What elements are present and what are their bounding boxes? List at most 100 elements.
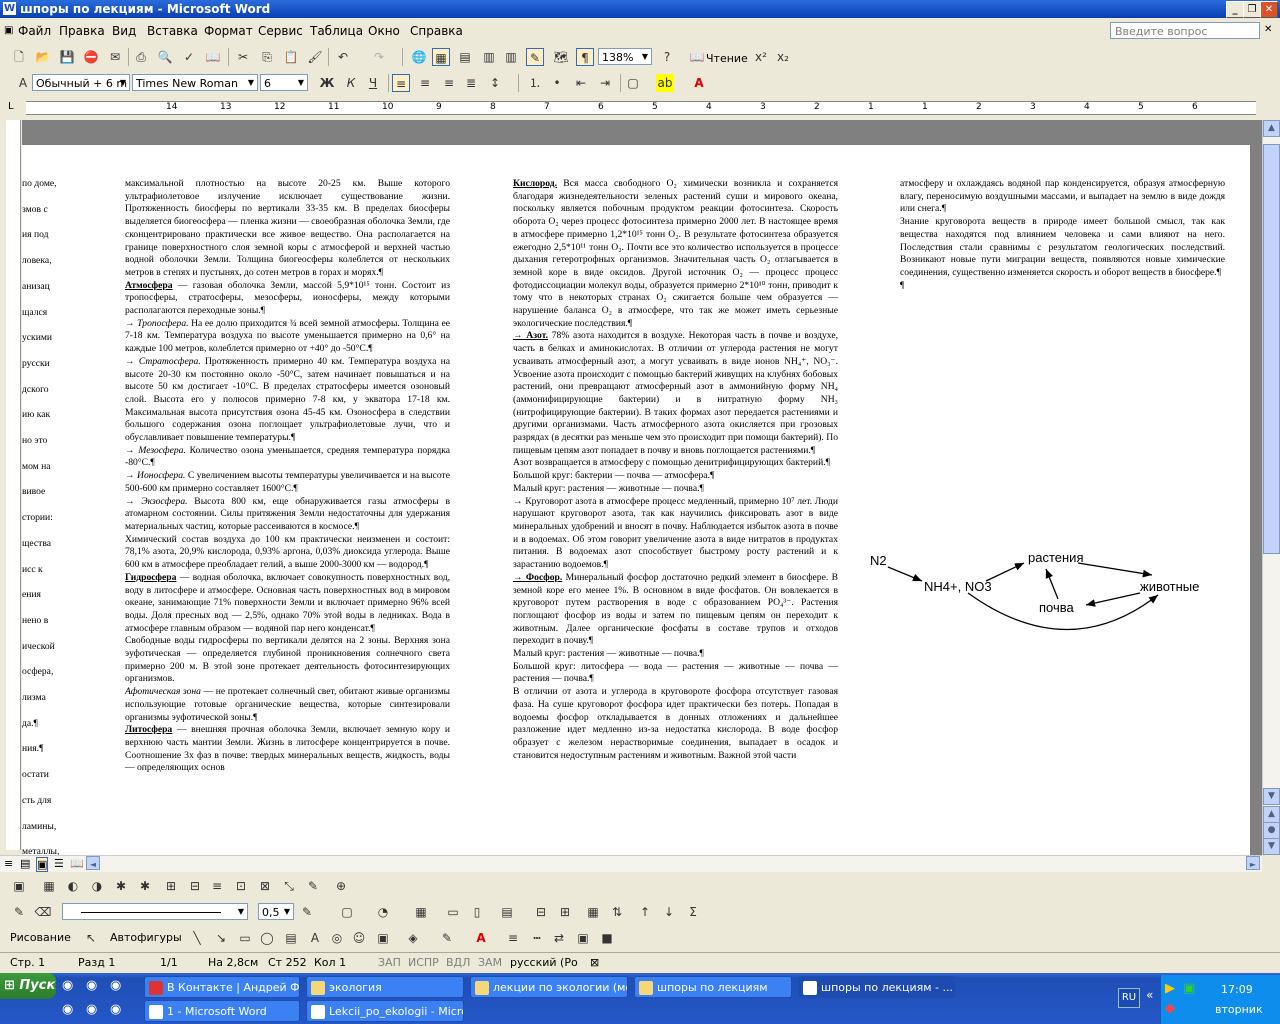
superscript-icon[interactable]: x² [752, 48, 770, 66]
font-color2-icon[interactable]: A [472, 929, 490, 947]
text-column-2[interactable]: Кислород. Вся масса свободного О₂ химиче… [513, 178, 838, 762]
scroll-left-button[interactable]: ◄ [86, 856, 100, 870]
paragraph[interactable]: → Фосфор. Минеральный фосфор достаточно … [513, 572, 838, 648]
highlight-icon[interactable]: ab [656, 74, 674, 92]
paragraph[interactable]: → Экзосфера. Высота 800 км, еще обнаружи… [125, 496, 450, 534]
task-cribs-folder[interactable]: шпоры по лекциям [634, 976, 792, 998]
scroll-up-button[interactable]: ▲ [1263, 120, 1280, 137]
textbox-icon[interactable]: ▤ [282, 929, 300, 947]
font-size-combo[interactable]: 6 ▼ [260, 74, 308, 91]
text-column-1[interactable]: максимальной плотностью на высоте 20-25 … [125, 178, 450, 775]
paragraph[interactable]: В отличии от азота и углерода в круговор… [513, 686, 838, 762]
scroll-right-button[interactable]: ► [1246, 856, 1260, 870]
ask-question-input[interactable]: Введите вопрос [1110, 22, 1260, 39]
rotate-icon[interactable]: ◐ [64, 877, 82, 895]
eraser-icon[interactable]: ⌫ [34, 903, 52, 921]
text-column-3[interactable]: атмосферу и охлаждаясь водяной пар конде… [900, 178, 1225, 292]
new-icon[interactable]: 🗋 [10, 48, 28, 66]
shadow-icon[interactable]: ◑ [88, 877, 106, 895]
outside-border-icon[interactable]: ▢ [338, 903, 356, 921]
paragraph[interactable]: максимальной плотностью на высоте 20-25 … [125, 178, 450, 280]
scale-icon[interactable]: ⤡ [280, 877, 298, 895]
shading-icon[interactable]: ◔ [374, 903, 392, 921]
fill-color-icon[interactable]: ◈ [404, 929, 422, 947]
language-indicator[interactable]: RU [1118, 988, 1140, 1008]
reading-view-icon[interactable]: 📖 [70, 857, 84, 870]
picture-icon[interactable]: ▣ [374, 929, 392, 947]
print-icon[interactable]: ⎙ [132, 48, 150, 66]
task-lectures-folder[interactable]: лекции по экологии (мо... [470, 976, 628, 998]
align-cell-icon[interactable]: ▤ [498, 903, 516, 921]
vertical-scrollbar[interactable]: ▲ ▼ ▲ ● ▼ [1262, 120, 1280, 855]
paragraph[interactable]: Атмосфера — газовая оболочка Земли, масс… [125, 280, 450, 318]
tray-update-icon[interactable]: ▣ [1183, 981, 1195, 996]
paragraph[interactable]: Свободные воды гидросферы по вертикали д… [125, 635, 450, 686]
tab-selector[interactable]: L [8, 101, 14, 112]
menu-insert[interactable]: Вставка [147, 24, 198, 38]
insert-table2-icon[interactable]: ▦ [412, 903, 430, 921]
doc-close-icon[interactable]: ✕ [1264, 24, 1272, 35]
paragraph[interactable]: ¶ [900, 280, 1225, 293]
normal-view-icon[interactable]: ≡ [4, 857, 13, 870]
menu-help[interactable]: Справка [410, 24, 463, 38]
insert-table-icon[interactable]: ▤ [456, 48, 474, 66]
outline-view-icon[interactable]: ☰ [54, 857, 64, 870]
paragraph[interactable]: → Тропосфера. На ее долю приходится ¾ вс… [125, 318, 450, 356]
save-icon[interactable]: 💾 [58, 48, 76, 66]
horizontal-ruler[interactable]: L 14 13 12 11 10 9 8 7 6 5 4 3 2 1 1 2 3 4 5 6 [0, 96, 1280, 118]
vertical-ruler[interactable] [6, 120, 21, 850]
scroll-thumb[interactable] [1263, 144, 1280, 554]
status-track[interactable]: ИСПР [408, 956, 439, 969]
border-color-icon[interactable]: ✎ [298, 903, 316, 921]
bold-icon[interactable]: Ж [318, 74, 336, 92]
select-browse-object-button[interactable]: ● [1263, 822, 1280, 839]
distribute-icon[interactable]: ⊟ [186, 877, 204, 895]
subscript-icon[interactable]: x₂ [774, 48, 792, 66]
fit-icon[interactable]: ⊡ [232, 877, 250, 895]
arrow-icon[interactable]: ↘ [212, 929, 230, 947]
restore-button[interactable]: ❐ [1243, 1, 1261, 18]
underline-icon[interactable]: Ч [364, 74, 382, 92]
line-weight-icon[interactable]: ≡ [504, 929, 522, 947]
rectangle-icon[interactable]: ▭ [236, 929, 254, 947]
task-word-1[interactable]: 1 - Microsoft Word [144, 1000, 300, 1022]
paragraph[interactable]: Кислород. Вся масса свободного О₂ химиче… [513, 178, 838, 330]
doc-icon[interactable]: ▣ [4, 25, 13, 36]
close-button[interactable]: ✕ [1260, 1, 1278, 18]
draw-menu[interactable]: Рисование [10, 931, 71, 944]
autosum-icon[interactable]: Σ [684, 903, 702, 921]
align-icon[interactable]: ⊞ [162, 877, 180, 895]
menu-edit[interactable]: Правка [59, 24, 105, 38]
minimize-button[interactable]: _ [1226, 1, 1244, 18]
scroll-down-button[interactable]: ▼ [1263, 788, 1280, 805]
drawing-icon[interactable]: ✎ [526, 48, 544, 66]
align-left-icon[interactable]: ≡ [392, 74, 410, 92]
clipart-icon[interactable]: ☺ [350, 929, 368, 947]
next-page-button[interactable]: ▼ [1263, 838, 1280, 855]
status-extend[interactable]: ВДЛ [446, 956, 470, 969]
pen-icon[interactable]: ✎ [304, 877, 322, 895]
zoom-combo[interactable]: 138% ▼ [598, 48, 652, 65]
draw-table-icon[interactable]: ✎ [10, 903, 28, 921]
align-right-icon[interactable]: ≡ [440, 74, 458, 92]
tray-expand-icon[interactable]: « [1146, 988, 1153, 1002]
task-lekcii-word[interactable]: Lekcii_po_ekologii - Micro... [306, 1000, 464, 1022]
menu-table[interactable]: Таблица [310, 24, 363, 38]
canvas-icon[interactable]: ▣ [10, 877, 28, 895]
increase-indent-icon[interactable]: ⇥ [596, 74, 614, 92]
read-mode-icon[interactable]: 📖 [688, 48, 706, 66]
paragraph[interactable]: Химический состав воздуха до 100 км прак… [125, 534, 450, 572]
menu-view[interactable]: Вид [112, 24, 136, 38]
permission-icon[interactable]: ⛔ [82, 48, 100, 66]
menu-window[interactable]: Окно [368, 24, 400, 38]
autoformat-icon[interactable]: ▦ [584, 903, 602, 921]
style-combo[interactable]: Обычный + 6 m ▼ [32, 74, 130, 91]
quicklaunch-icon-2[interactable]: ◉ [86, 978, 97, 993]
tray-media-icon[interactable]: ▶ [1165, 981, 1175, 996]
show-hide-icon[interactable]: ¶ [576, 48, 594, 66]
merge-cells-icon[interactable]: ▭ [444, 903, 462, 921]
bullets-icon[interactable]: • [548, 74, 566, 92]
task-vkontakte[interactable]: В Контакте | Андрей Ф... [144, 976, 300, 998]
insert-excel-icon[interactable]: ▥ [480, 48, 498, 66]
hyperlink-icon[interactable]: 🌐 [410, 48, 428, 66]
